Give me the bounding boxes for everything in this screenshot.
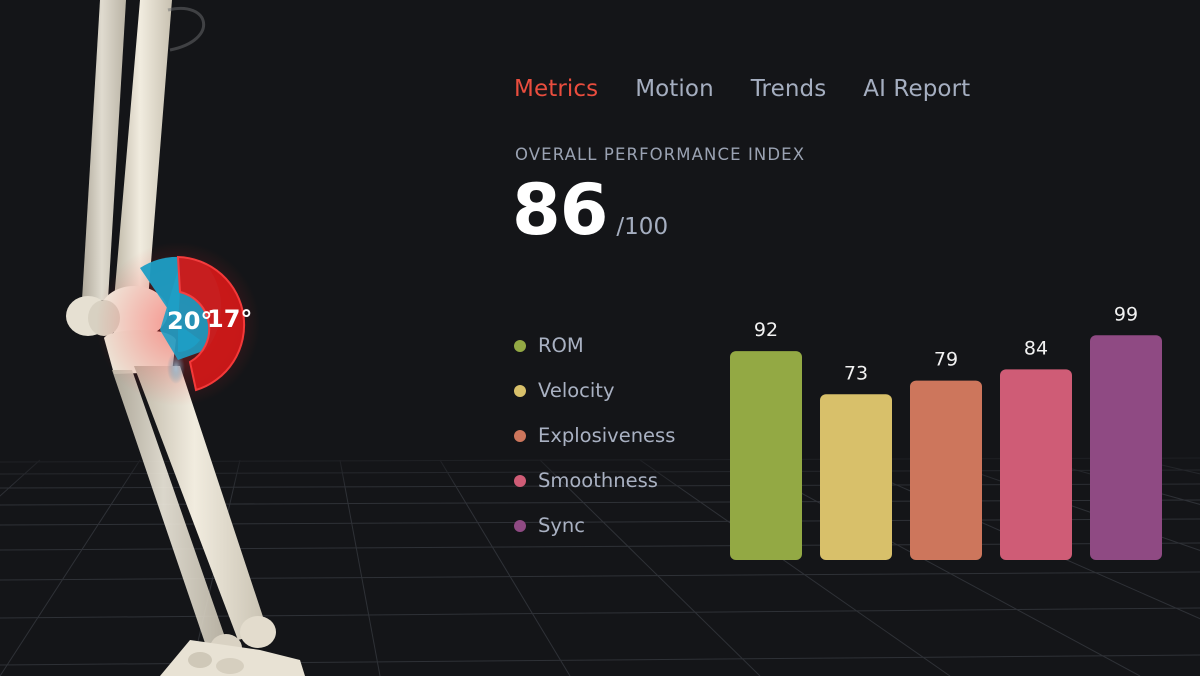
legend-label-velocity: Velocity — [538, 379, 615, 402]
bar-smoothness[interactable] — [1000, 369, 1072, 560]
bar-sync[interactable] — [1090, 335, 1162, 560]
angle-right-value: 17° — [207, 305, 252, 333]
metrics-bar-chart: 92 73 79 84 99 — [730, 303, 1162, 560]
legend-label-smoothness: Smoothness — [538, 469, 658, 492]
score-value: 86 — [512, 169, 608, 251]
legend-item-sync: Sync — [514, 503, 675, 548]
legend-label-rom: ROM — [538, 334, 584, 357]
app-stage: 20° 17° Metrics Motion Trends AI Report … — [0, 0, 1200, 676]
tab-metrics[interactable]: Metrics — [514, 72, 598, 106]
bar-value-velocity: 73 — [844, 362, 868, 384]
score-max: /100 — [616, 214, 669, 240]
tab-motion[interactable]: Motion — [635, 72, 714, 106]
performance-score: 86 /100 — [512, 170, 668, 250]
knee-angle-gauge[interactable]: 20° 17° — [96, 242, 260, 406]
bar-value-rom: 92 — [754, 319, 778, 341]
legend-dot-explosiveness — [514, 429, 526, 442]
bar-rom[interactable] — [730, 351, 802, 560]
legend-dot-velocity — [514, 384, 526, 397]
performance-label: OVERALL PERFORMANCE INDEX — [515, 145, 806, 164]
legend-dot-rom — [514, 339, 526, 352]
legend-item-rom: ROM — [514, 323, 675, 368]
bar-value-smoothness: 84 — [1024, 337, 1048, 359]
legend-label-sync: Sync — [538, 514, 585, 537]
legend-dot-sync — [514, 519, 526, 532]
chart-legend: ROM Velocity Explosiveness Smoothness Sy… — [514, 323, 675, 548]
legend-item-explosiveness: Explosiveness — [514, 413, 675, 458]
legend-item-velocity: Velocity — [514, 368, 675, 413]
tab-bar: Metrics Motion Trends AI Report — [514, 72, 1007, 106]
bar-value-sync: 99 — [1114, 303, 1138, 325]
tab-ai-report[interactable]: AI Report — [863, 72, 970, 106]
bar-explosiveness[interactable] — [910, 380, 982, 560]
angle-left-value: 20° — [167, 307, 212, 335]
legend-item-smoothness: Smoothness — [514, 458, 675, 503]
legend-label-explosiveness: Explosiveness — [538, 424, 676, 447]
bar-velocity[interactable] — [820, 394, 892, 560]
legend-dot-smoothness — [514, 474, 526, 487]
tab-trends[interactable]: Trends — [751, 72, 827, 106]
bar-value-explosiveness: 79 — [934, 349, 958, 371]
